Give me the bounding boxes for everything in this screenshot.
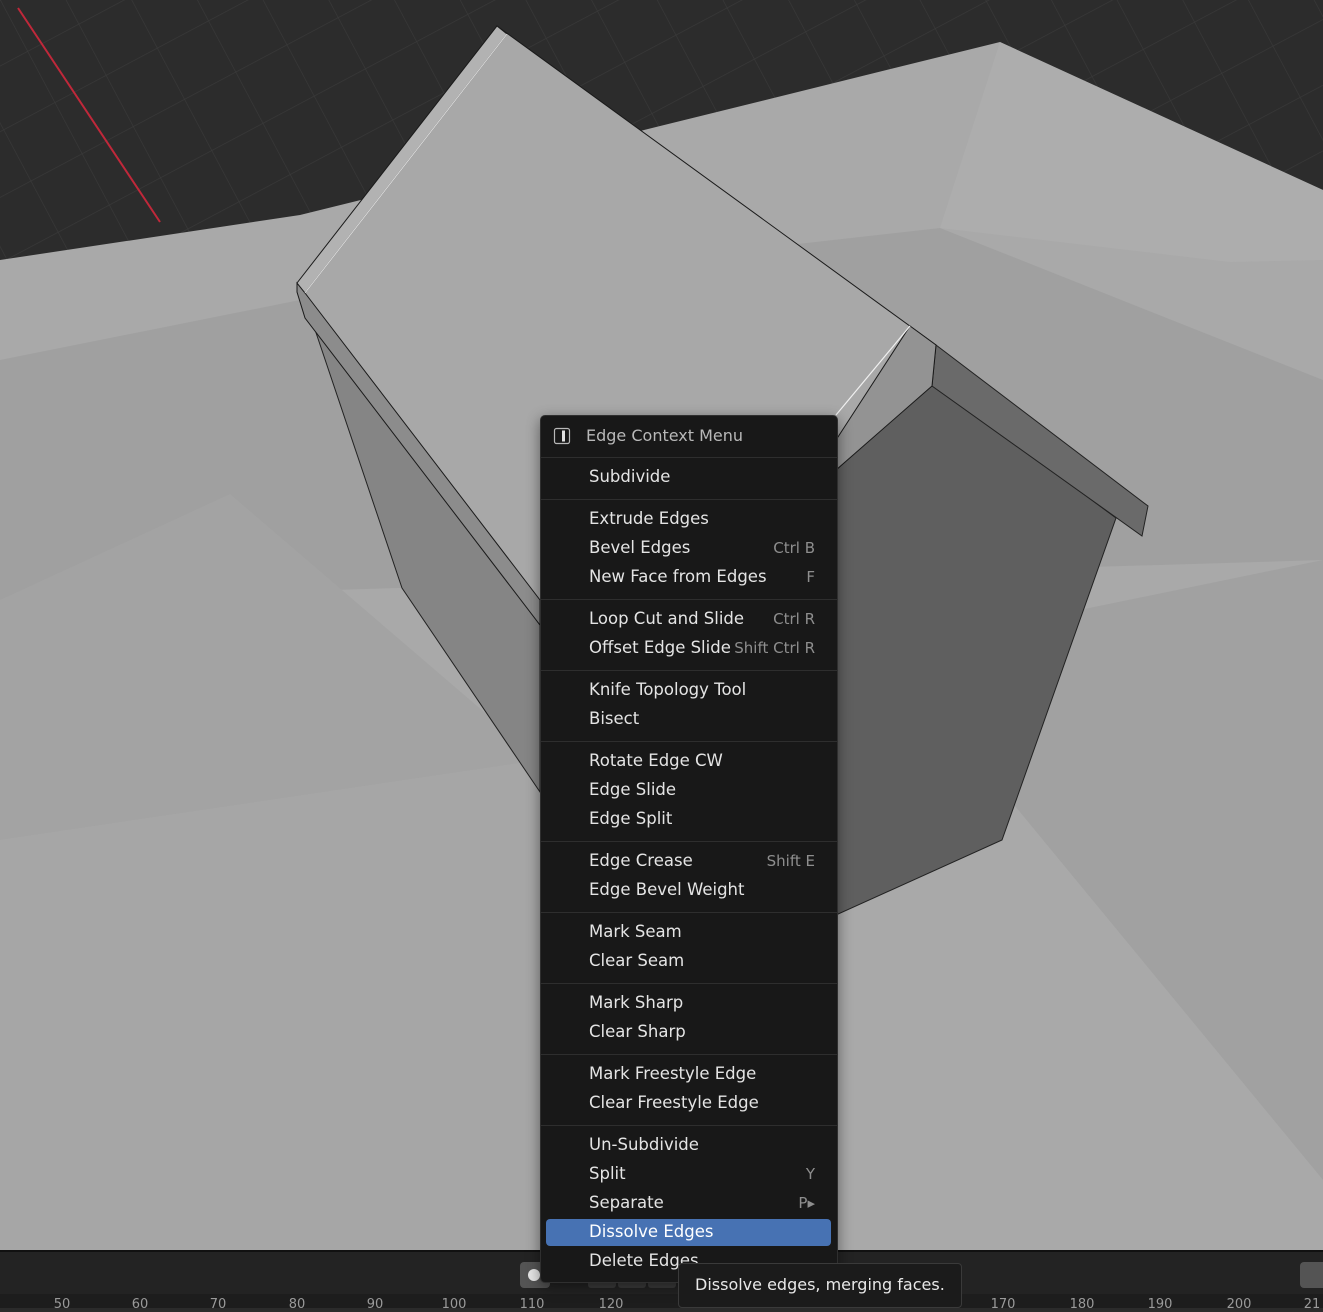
menu-item-shortcut: Shift Ctrl R bbox=[734, 639, 815, 657]
menu-item-label: Knife Topology Tool bbox=[589, 680, 747, 699]
menu-item-label: Dissolve Edges bbox=[589, 1222, 714, 1241]
menu-item-knife-topology-tool[interactable]: Knife Topology Tool bbox=[546, 677, 831, 704]
menu-item-label: Edge Slide bbox=[589, 780, 677, 799]
menu-item-shortcut: Ctrl B bbox=[773, 539, 815, 557]
menu-item-edge-split[interactable]: Edge Split bbox=[546, 806, 831, 833]
menu-item-new-face-from-edges[interactable]: New Face from Edges F bbox=[546, 564, 831, 591]
menu-item-label: Edge Bevel Weight bbox=[589, 880, 745, 899]
menu-item-label: Separate bbox=[589, 1193, 664, 1212]
menu-item-label: Offset Edge Slide bbox=[589, 638, 731, 657]
menu-item-label: Clear Sharp bbox=[589, 1022, 686, 1041]
menu-item-offset-edge-slide[interactable]: Offset Edge Slide Shift Ctrl R bbox=[546, 635, 831, 662]
menu-item-label: Mark Seam bbox=[589, 922, 682, 941]
menu-item-shortcut: Shift E bbox=[766, 852, 815, 870]
menu-separator bbox=[541, 670, 837, 671]
menu-separator bbox=[541, 599, 837, 600]
menu-header: Edge Context Menu bbox=[541, 416, 837, 457]
timeline-corner-button[interactable] bbox=[1300, 1262, 1323, 1288]
menu-item-label: Mark Sharp bbox=[589, 993, 684, 1012]
menu-item-subdivide[interactable]: Subdivide bbox=[546, 464, 831, 491]
keyframe-dot-icon bbox=[528, 1269, 540, 1281]
timeline-tick: 110 bbox=[519, 1297, 545, 1312]
menu-item-bevel-edges[interactable]: Bevel Edges Ctrl B bbox=[546, 535, 831, 562]
menu-item-label: Bevel Edges bbox=[589, 538, 691, 557]
timeline-tick: 90 bbox=[366, 1297, 384, 1312]
menu-separator bbox=[541, 741, 837, 742]
timeline-tick: 100 bbox=[441, 1297, 467, 1312]
menu-item-label: Loop Cut and Slide bbox=[589, 609, 745, 628]
menu-item-dissolve-edges[interactable]: Dissolve Edges bbox=[546, 1219, 831, 1246]
menu-item-edge-bevel-weight[interactable]: Edge Bevel Weight bbox=[546, 877, 831, 904]
timeline-tick: 120 bbox=[598, 1297, 624, 1312]
menu-item-label: Split bbox=[589, 1164, 626, 1183]
menu-item-shortcut: Ctrl R bbox=[773, 610, 815, 628]
menu-item-label: Rotate Edge CW bbox=[589, 751, 723, 770]
menu-item-shortcut: Y bbox=[805, 1165, 815, 1183]
tooltip-text: Dissolve edges, merging faces. bbox=[695, 1275, 945, 1294]
menu-separator bbox=[541, 912, 837, 913]
menu-item-rotate-edge-cw[interactable]: Rotate Edge CW bbox=[546, 748, 831, 775]
menu-item-clear-sharp[interactable]: Clear Sharp bbox=[546, 1019, 831, 1046]
timeline-tick: 60 bbox=[131, 1297, 149, 1312]
timeline-tick: 70 bbox=[209, 1297, 227, 1312]
edge-select-mode-icon bbox=[553, 427, 571, 445]
menu-item-clear-seam[interactable]: Clear Seam bbox=[546, 948, 831, 975]
menu-item-label: Clear Freestyle Edge bbox=[589, 1093, 759, 1112]
menu-item-label: Clear Seam bbox=[589, 951, 685, 970]
timeline-tick: 190 bbox=[1147, 1297, 1173, 1312]
menu-item-separate[interactable]: Separate P▸ bbox=[546, 1190, 831, 1217]
menu-item-shortcut: P▸ bbox=[798, 1194, 815, 1212]
menu-item-edge-crease[interactable]: Edge Crease Shift E bbox=[546, 848, 831, 875]
menu-item-label: Extrude Edges bbox=[589, 509, 709, 528]
menu-separator bbox=[541, 1125, 837, 1126]
menu-item-bisect[interactable]: Bisect bbox=[546, 706, 831, 733]
menu-item-label: Edge Crease bbox=[589, 851, 693, 870]
menu-item-edge-slide[interactable]: Edge Slide bbox=[546, 777, 831, 804]
timeline-tick: 170 bbox=[990, 1297, 1016, 1312]
menu-title: Edge Context Menu bbox=[586, 426, 744, 445]
tooltip: Dissolve edges, merging faces. bbox=[678, 1263, 962, 1308]
menu-separator bbox=[541, 457, 837, 458]
menu-item-label: Edge Split bbox=[589, 809, 673, 828]
timeline-tick: 180 bbox=[1069, 1297, 1095, 1312]
menu-separator bbox=[541, 841, 837, 842]
menu-item-label: Bisect bbox=[589, 709, 640, 728]
menu-item-label: New Face from Edges bbox=[589, 567, 767, 586]
menu-separator bbox=[541, 1054, 837, 1055]
menu-item-shortcut: F bbox=[806, 568, 815, 586]
timeline-tick: 21 bbox=[1303, 1297, 1321, 1312]
menu-item-mark-freestyle-edge[interactable]: Mark Freestyle Edge bbox=[546, 1061, 831, 1088]
menu-item-mark-sharp[interactable]: Mark Sharp bbox=[546, 990, 831, 1017]
menu-item-un-subdivide[interactable]: Un-Subdivide bbox=[546, 1132, 831, 1159]
menu-item-mark-seam[interactable]: Mark Seam bbox=[546, 919, 831, 946]
edge-context-menu[interactable]: Edge Context Menu Subdivide Extrude Edge… bbox=[540, 415, 838, 1283]
menu-item-clear-freestyle-edge[interactable]: Clear Freestyle Edge bbox=[546, 1090, 831, 1117]
timeline-tick: 200 bbox=[1226, 1297, 1252, 1312]
menu-item-extrude-edges[interactable]: Extrude Edges bbox=[546, 506, 831, 533]
menu-item-split[interactable]: Split Y bbox=[546, 1161, 831, 1188]
menu-separator bbox=[541, 499, 837, 500]
menu-item-label: Subdivide bbox=[589, 467, 671, 486]
timeline-tick: 50 bbox=[53, 1297, 71, 1312]
menu-separator bbox=[541, 983, 837, 984]
timeline-tick: 80 bbox=[288, 1297, 306, 1312]
menu-item-loop-cut-and-slide[interactable]: Loop Cut and Slide Ctrl R bbox=[546, 606, 831, 633]
menu-item-label: Un-Subdivide bbox=[589, 1135, 699, 1154]
menu-item-label: Mark Freestyle Edge bbox=[589, 1064, 757, 1083]
